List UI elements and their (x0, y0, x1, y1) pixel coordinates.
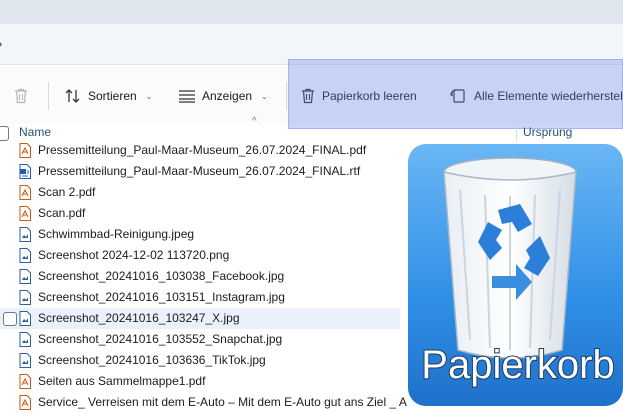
image-file-icon (19, 227, 31, 242)
file-row[interactable]: Screenshot_20241016_103151_Instagram.jpg (0, 287, 400, 308)
pdf-file-icon (19, 143, 31, 158)
image-file-icon (19, 332, 31, 347)
file-name: Pressemitteilung_Paul-Maar-Museum_26.07.… (38, 164, 361, 178)
file-row[interactable]: Screenshot_20241016_103038_Facebook.jpg (0, 266, 400, 287)
sort-button[interactable]: Sortieren ⌄ (64, 84, 152, 108)
file-name: Scan 2.pdf (38, 185, 96, 199)
column-name[interactable]: Name (19, 125, 51, 139)
pdf-file-icon (19, 185, 31, 200)
file-name: Screenshot 2024-12-02 113720.png (38, 248, 230, 262)
file-row[interactable]: Pressemitteilung_Paul-Maar-Museum_26.07.… (0, 161, 400, 182)
view-label: Anzeigen (202, 89, 253, 103)
pdf-file-icon (19, 206, 31, 221)
file-name: Screenshot_20241016_103151_Instagram.jpg (38, 290, 285, 304)
file-name: Screenshot_20241016_103636_TikTok.jpg (38, 353, 266, 367)
sort-icon (65, 89, 80, 103)
recycle-bin-label: Papierkorb (421, 343, 614, 387)
file-row[interactable]: Seiten aus Sammelmappe1.pdf (0, 371, 400, 392)
chevron-down-icon: ⌄ (145, 91, 153, 101)
file-row[interactable]: Service_ Verreisen mit dem E-Auto – Mit … (0, 392, 407, 413)
file-name: Screenshot_20241016_103038_Facebook.jpg (38, 269, 285, 283)
image-file-icon (19, 311, 31, 326)
file-name: Service_ Verreisen mit dem E-Auto – Mit … (38, 395, 407, 409)
row-checkbox[interactable] (3, 312, 17, 326)
file-row[interactable]: Screenshot_20241016_103247_X.jpg (0, 308, 400, 329)
title-bar (0, 0, 623, 24)
recycle-bin-overlay: Papierkorb (408, 144, 623, 406)
toolbar-separator (48, 82, 49, 110)
file-row[interactable]: Pressemitteilung_Paul-Maar-Museum_26.07.… (0, 140, 400, 161)
delete-button[interactable] (12, 84, 30, 108)
image-file-icon (19, 248, 31, 263)
file-name: Screenshot_20241016_103247_X.jpg (38, 311, 240, 325)
file-name: Pressemitteilung_Paul-Maar-Museum_26.07.… (38, 143, 367, 157)
column-origin[interactable]: Ursprung (523, 125, 572, 139)
pdf-file-icon (19, 395, 31, 410)
chevron-down-icon: ⌄ (261, 91, 268, 101)
pdf-file-icon (19, 374, 31, 389)
file-row[interactable]: Screenshot_20241016_103552_Snapchat.jpg (0, 329, 400, 350)
sort-label: Sortieren (88, 89, 137, 103)
image-file-icon (19, 290, 31, 305)
image-file-icon (19, 353, 31, 368)
view-button[interactable]: Anzeigen ⌄ (178, 84, 268, 108)
file-name: Schwimmbad-Reinigung.jpeg (38, 227, 195, 241)
trash-icon (15, 88, 27, 104)
toolbar-separator (286, 82, 287, 110)
file-row[interactable]: Scan.pdf (0, 203, 400, 224)
file-name: Seiten aus Sammelmappe1.pdf (38, 374, 206, 388)
select-all-checkbox[interactable] (0, 126, 9, 141)
file-row[interactable]: Screenshot 2024-12-02 113720.png (0, 245, 400, 266)
document-file-icon (19, 164, 31, 179)
file-name: Scan.pdf (38, 206, 86, 220)
list-view-icon (179, 90, 195, 103)
recycle-bin-icon (443, 157, 577, 359)
selection-highlight (288, 59, 623, 129)
file-row[interactable]: Scan 2.pdf (0, 182, 400, 203)
file-row[interactable]: Screenshot_20241016_103636_TikTok.jpg (0, 350, 400, 371)
sort-up-icon: ^ (252, 116, 257, 127)
file-row[interactable]: Schwimmbad-Reinigung.jpeg (0, 224, 400, 245)
image-file-icon (19, 269, 31, 284)
file-name: Screenshot_20241016_103552_Snapchat.jpg (38, 332, 283, 346)
file-list: Pressemitteilung_Paul-Maar-Museum_26.07.… (0, 140, 407, 413)
breadcrumb-chevron-icon[interactable]: › (0, 36, 2, 51)
